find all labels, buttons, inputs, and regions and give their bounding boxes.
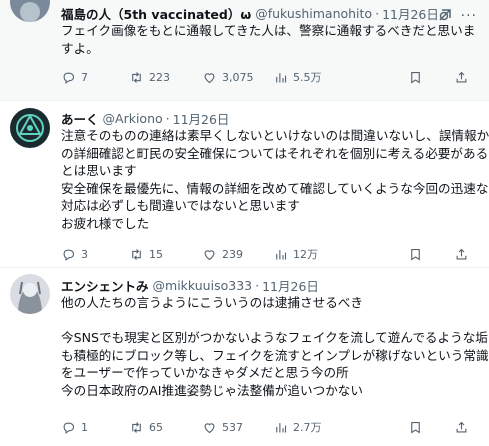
bookmark-icon xyxy=(411,248,420,261)
tweet-text: 注意そのものの連絡は素早くしないといけないのは間違いないし、誤情報か の詳細確認… xyxy=(61,127,489,232)
views-count: 5.5万 xyxy=(293,71,322,84)
tweet-header: あーく @Arkiono · 11月26日 xyxy=(61,101,479,127)
reply-button[interactable]: 7 xyxy=(61,70,88,85)
like-count: 537 xyxy=(222,420,243,434)
tweet-line: とは思います xyxy=(61,163,137,178)
avatar[interactable] xyxy=(10,108,50,148)
views-button[interactable]: 5.5万 xyxy=(273,69,322,85)
tweet-line: 今SNSでも現実と区別がつかないようなフェイクを流して遊んでるような垢 xyxy=(61,330,488,345)
tweet-line: 今の日本政府のAI推進姿勢じゃ法整備が追いつかない xyxy=(61,382,363,398)
share-button[interactable] xyxy=(454,420,469,435)
separator-dot: · xyxy=(165,110,170,126)
share-icon xyxy=(456,421,467,432)
action-bar: 3 15 239 12万 xyxy=(61,244,479,264)
separator-dot: · xyxy=(255,277,260,293)
tweet-line: をユーザーで作っていかなきゃダメだと思う今の所 xyxy=(61,365,349,380)
views-icon xyxy=(276,422,287,432)
tweet-text: フェイク画像をもとに通報してきた人は、警察に通報するべきだと思いますよ。 xyxy=(61,22,479,57)
tweet-line: お疲れ様でした xyxy=(61,215,150,231)
tweet-line: も積極的にブロック等し、フェイクを流すとインプレが稼げないという常識 xyxy=(61,347,489,363)
tweet-line: 他の人たちの言うようにこういうのは逮捕させるべき xyxy=(61,295,363,310)
tweet-date[interactable]: 11月26日 xyxy=(382,4,439,23)
heart-icon xyxy=(204,422,215,433)
author-name[interactable]: 福島の人（5th vaccinated）ω xyxy=(61,4,251,23)
like-button[interactable]: 239 xyxy=(202,247,243,262)
action-bar: 1 65 537 2.7万 xyxy=(61,417,479,437)
reply-button[interactable]: 3 xyxy=(61,247,88,262)
views-icon xyxy=(276,72,287,82)
heart-icon xyxy=(204,249,215,260)
heart-icon xyxy=(204,72,215,83)
tweet-text: 他の人たちの言うようにこういうのは逮捕させるべき 今SNSでも現実と区別がつかな… xyxy=(61,294,489,399)
timeline: 福島の人（5th vaccinated）ω @fukushimanohito ·… xyxy=(0,0,489,446)
avatar[interactable] xyxy=(10,0,50,22)
views-button[interactable]: 12万 xyxy=(273,246,318,262)
retweet-icon xyxy=(132,421,141,433)
bookmark-icon xyxy=(411,71,420,84)
bookmark-button[interactable] xyxy=(408,420,423,435)
reply-icon xyxy=(63,249,75,261)
tweet-line-blank xyxy=(61,312,479,330)
reply-icon xyxy=(63,422,75,434)
share-icon xyxy=(456,71,467,82)
tweet-line: フェイク画像をもとに通報してきた人は、警察に通報するべきだと思いますよ。 xyxy=(61,23,476,56)
author-name[interactable]: あーく xyxy=(61,109,99,128)
reply-count: 7 xyxy=(81,70,88,84)
grok-icon[interactable] xyxy=(437,7,453,23)
reply-count: 3 xyxy=(81,247,88,261)
author-handle[interactable]: @fukushimanohito xyxy=(255,6,372,21)
retweet-icon xyxy=(132,71,141,83)
views-count: 12万 xyxy=(293,248,318,261)
tweet[interactable]: エンシェントみ @mikkuuiso333 · 11月26日 他の人たちの言うよ… xyxy=(0,268,489,446)
like-count: 239 xyxy=(222,247,243,261)
retweet-icon xyxy=(132,248,141,260)
tweet-line: 安全確保を最優先に、情報の詳細を改めて確認していくような今回の迅速な xyxy=(61,180,489,196)
tweet[interactable]: あーく @Arkiono · 11月26日 注意そのものの連絡は素早くしないとい… xyxy=(0,101,489,268)
more-icon[interactable]: ··· xyxy=(461,8,477,24)
author-handle[interactable]: @Arkiono xyxy=(103,111,163,126)
retweet-count: 15 xyxy=(149,247,163,261)
share-icon xyxy=(456,248,467,259)
bookmark-button[interactable] xyxy=(408,70,423,85)
tweet-date[interactable]: 11月26日 xyxy=(262,276,319,295)
author-handle[interactable]: @mikkuuiso333 xyxy=(153,278,253,293)
reply-button[interactable]: 1 xyxy=(61,420,88,435)
views-button[interactable]: 2.7万 xyxy=(273,419,322,435)
reply-count: 1 xyxy=(81,420,88,434)
views-icon xyxy=(276,249,287,259)
share-button[interactable] xyxy=(454,70,469,85)
separator-dot: · xyxy=(375,5,380,21)
tweet-line: 注意そのものの連絡は素早くしないといけないのは間違いないし、誤情報か xyxy=(61,128,489,143)
action-bar: 7 223 3,075 5.5万 xyxy=(61,67,479,87)
tweet-line: 対応は必ずしも間違いではないと思います xyxy=(61,198,300,213)
like-button[interactable]: 3,075 xyxy=(202,70,254,85)
tweet-date[interactable]: 11月26日 xyxy=(173,109,230,128)
bookmark-button[interactable] xyxy=(408,247,423,262)
tweet[interactable]: 福島の人（5th vaccinated）ω @fukushimanohito ·… xyxy=(0,0,489,101)
bookmark-icon xyxy=(411,421,420,434)
tweet-line: の詳細確認と町民の安全確保についてはそれぞれを個別に考える必要がある xyxy=(61,145,489,161)
avatar[interactable] xyxy=(10,274,50,314)
retweet-button[interactable]: 223 xyxy=(129,70,170,85)
author-name[interactable]: エンシェントみ xyxy=(61,276,149,295)
tweet-header: 福島の人（5th vaccinated）ω @fukushimanohito ·… xyxy=(61,0,479,22)
like-button[interactable]: 537 xyxy=(202,420,243,435)
retweet-button[interactable]: 15 xyxy=(129,247,163,262)
share-button[interactable] xyxy=(454,247,469,262)
retweet-count: 65 xyxy=(149,420,163,434)
retweet-count: 223 xyxy=(149,70,170,84)
tweet-header: エンシェントみ @mikkuuiso333 · 11月26日 xyxy=(61,268,479,294)
like-count: 3,075 xyxy=(222,70,254,84)
retweet-button[interactable]: 65 xyxy=(129,420,163,435)
reply-icon xyxy=(63,72,75,84)
views-count: 2.7万 xyxy=(293,421,322,434)
